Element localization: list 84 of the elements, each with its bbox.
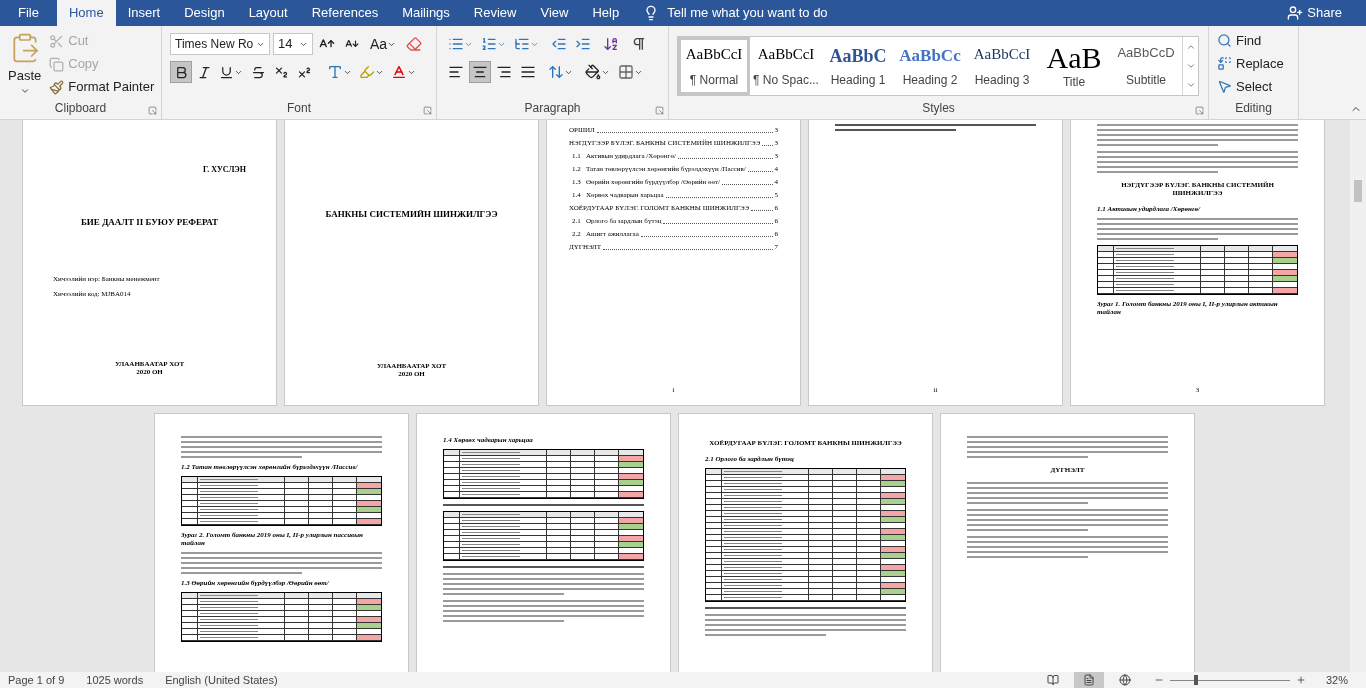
ribbon-tab[interactable]: Design: [172, 0, 237, 26]
editing-action[interactable]: Replace: [1217, 53, 1290, 74]
vertical-scrollbar[interactable]: [1350, 120, 1366, 672]
bold-button[interactable]: [170, 61, 192, 83]
author-name: Г. ХУСЛЭН: [202, 164, 246, 176]
sort-icon: [603, 36, 619, 52]
decrease-indent-icon: [551, 36, 567, 52]
multilevel-list-icon: [514, 36, 530, 52]
pilcrow-icon: [631, 36, 647, 52]
font-size-field[interactable]: 14: [273, 33, 313, 55]
editing-action[interactable]: Select: [1217, 76, 1290, 97]
book-icon: [1046, 674, 1059, 686]
highlighter-icon: [359, 64, 375, 80]
style-gallery-item[interactable]: AaBbC Heading 1: [822, 37, 894, 95]
align-button[interactable]: [469, 61, 491, 83]
dialog-launcher-icon[interactable]: [1195, 106, 1204, 115]
ribbon-tab[interactable]: Help: [580, 0, 632, 26]
dialog-launcher-icon[interactable]: [148, 106, 157, 115]
zoom-slider-thumb[interactable]: [1194, 675, 1199, 685]
page-icon: [1082, 674, 1095, 686]
group-label: Clipboard: [54, 100, 107, 117]
copy-icon: [49, 56, 65, 72]
cover-title: БАНКНЫ СИСТЕМИЙН ШИНЖИЛГЭЭ: [325, 208, 498, 221]
align-right-icon: [496, 64, 512, 80]
paintbrush-icon: [49, 79, 65, 95]
group-label: Editing: [1235, 100, 1272, 117]
search-icon: [1217, 33, 1232, 48]
change-case-button[interactable]: Aa: [366, 33, 401, 55]
style-gallery-item[interactable]: AaBbCcI ¶ No Spac...: [750, 37, 822, 95]
ribbon-tab[interactable]: Review: [461, 0, 529, 26]
ribbon-tab[interactable]: Layout: [236, 0, 300, 26]
add-person-icon: [1287, 5, 1304, 21]
underline-icon: [219, 64, 234, 80]
editing-action[interactable]: Find: [1217, 30, 1290, 51]
style-gallery-item[interactable]: AaBbCcD Subtitle: [1110, 37, 1182, 95]
eraser-icon: [406, 36, 423, 52]
style-gallery-item[interactable]: AaB Title: [1038, 37, 1110, 95]
font-name-field[interactable]: Times New Ro: [170, 33, 270, 55]
style-gallery-item[interactable]: AaBbCcI ¶ Normal: [678, 37, 750, 95]
replace-icon: [1217, 56, 1232, 71]
cover-title: БИЕ ДААЛТ II БУЮУ РЕФЕРАТ: [80, 216, 219, 229]
page-count[interactable]: Page 1 of 9: [8, 671, 65, 688]
font-color-icon: [391, 64, 407, 80]
numbered-list-icon: [481, 36, 497, 52]
group-label: Font: [287, 100, 311, 117]
group-label: Styles: [922, 100, 955, 117]
subscript-icon: [273, 64, 289, 80]
ribbon-tab[interactable]: Home: [56, 0, 116, 26]
view-button[interactable]: [1073, 672, 1104, 688]
globe-icon: [1118, 674, 1131, 686]
dialog-launcher-icon[interactable]: [423, 106, 432, 115]
line-spacing-icon: [548, 64, 564, 80]
style-gallery-item[interactable]: AaBbCcI Heading 3: [966, 37, 1038, 95]
group-label: Paragraph: [524, 100, 581, 117]
pointer-icon: [1217, 79, 1232, 94]
align-left-icon: [448, 64, 464, 80]
ribbon-tab[interactable]: References: [299, 0, 391, 26]
share-button[interactable]: Share: [1287, 3, 1342, 23]
dialog-launcher-icon[interactable]: [655, 106, 664, 115]
style-gallery-item[interactable]: AaBbCc Heading 2: [894, 37, 966, 95]
italic-icon: [196, 64, 212, 80]
tell-me-field[interactable]: Tell me what you want to do: [643, 0, 828, 26]
scroll-down-icon: [1185, 61, 1196, 71]
ribbon-tab[interactable]: Insert: [115, 0, 173, 26]
clipboard-action[interactable]: Format Painter: [49, 76, 155, 98]
ribbon-tab[interactable]: Mailings: [390, 0, 462, 26]
bullet-list-icon: [448, 36, 464, 52]
ribbon-tab[interactable]: View: [528, 0, 581, 26]
borders-icon: [618, 64, 634, 80]
zoom-slider[interactable]: [1169, 675, 1290, 685]
paste-button[interactable]: Paste: [8, 30, 42, 99]
scissors-icon: [49, 33, 65, 49]
align-justify-icon: [520, 64, 536, 80]
superscript-icon: [296, 64, 312, 80]
text-effects-icon: [327, 64, 343, 80]
ribbon-tab[interactable]: File: [0, 0, 57, 26]
zoom-in-icon[interactable]: [1295, 675, 1306, 685]
strikethrough-icon: [250, 64, 266, 80]
language-status[interactable]: English (United States): [165, 671, 278, 688]
zoom-percentage[interactable]: 32%: [1325, 671, 1348, 688]
align-center-icon: [472, 64, 488, 80]
word-count[interactable]: 1025 words: [86, 671, 144, 688]
increase-indent-icon: [575, 36, 591, 52]
paint-bucket-icon: [585, 64, 601, 80]
